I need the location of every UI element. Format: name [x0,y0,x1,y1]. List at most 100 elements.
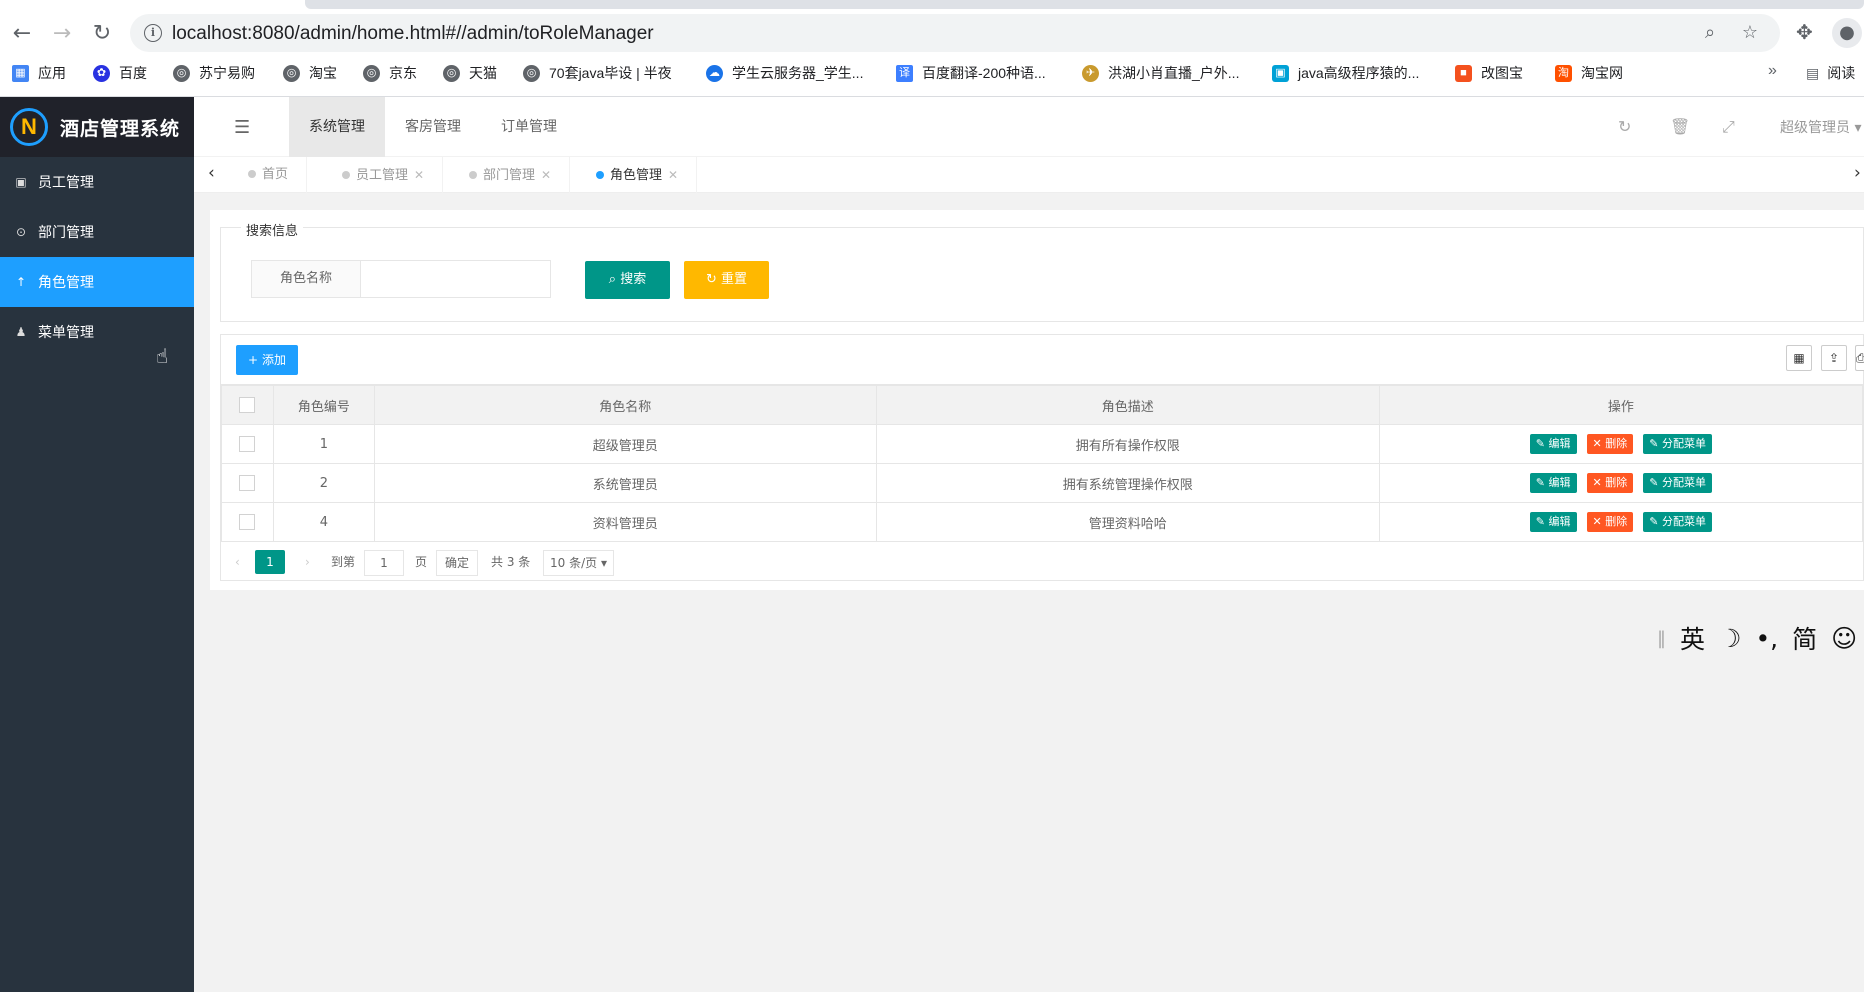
ime-moon-icon[interactable]: ☽ [1719,624,1741,653]
add-role-button[interactable]: + 添加 [236,345,298,375]
pencil-icon: ✎ [1535,515,1546,528]
edit-button[interactable]: ✎ 编辑 [1529,473,1577,493]
bookmark-baidu[interactable]: ✿ 百度 [93,63,147,83]
role-id-cell: 1 [272,424,375,464]
delete-button[interactable]: ✕ 删除 [1586,434,1634,454]
url-text[interactable]: localhost:8080/admin/home.html#//admin/t… [172,23,654,45]
bookmark-student-cloud[interactable]: ☁ 学生云服务器_学生... [706,63,863,83]
top-nav-rooms[interactable]: 客房管理 [385,97,481,157]
select-all-checkbox[interactable] [239,397,256,413]
edit-button[interactable]: ✎ 编辑 [1529,512,1577,532]
pencil-icon: ✎ [1649,476,1659,489]
reload-icon[interactable]: ↻ [88,19,116,47]
columns-filter-icon[interactable]: ▦ [1786,345,1812,371]
tabs-next-icon[interactable]: › [1854,163,1861,183]
select-all-cell[interactable] [221,385,274,425]
ime-handle-icon[interactable]: ‖ [1657,628,1666,649]
tab-roles[interactable]: 角色管理 ✕ [578,157,698,193]
close-icon[interactable]: ✕ [668,168,678,182]
goto-confirm-button[interactable]: 确定 [436,550,479,576]
delete-button[interactable]: ✕ 删除 [1586,512,1634,532]
forward-icon[interactable]: → [48,19,76,47]
refresh-icon[interactable]: ↻ [1618,117,1631,136]
role-name-cell: 系统管理员 [373,463,877,503]
main-content: 搜索信息 角色名称 ⌕ 搜索 ↻ 重置 + 添加 ▦ ⇪ ⎙ 角色编号 角色名称… [210,210,1864,590]
bookmark-apps[interactable]: ▦ 应用 [12,63,66,83]
row-checkbox[interactable] [239,436,256,452]
bookmark-tmall[interactable]: ◎ 天猫 [443,63,497,83]
browser-chrome: ← → ↻ i localhost:8080/admin/home.html#/… [0,0,1864,97]
bookmark-java-projects[interactable]: ◎ 70套java毕设 | 半夜 [523,63,672,83]
delete-button[interactable]: ✕ 删除 [1586,473,1634,493]
page-size-select[interactable]: 10 条/页 ▾ [543,550,614,576]
role-id-cell: 2 [272,463,375,503]
globe-icon: ◎ [523,64,540,82]
bookmarks-more[interactable]: » [1768,62,1777,80]
assign-menu-button[interactable]: ✎ 分配菜单 [1643,473,1712,493]
tab-departments[interactable]: 部门管理 ✕ [451,157,571,193]
role-name-input[interactable] [360,260,551,298]
profile-avatar[interactable]: ● [1832,18,1862,48]
close-icon[interactable]: ✕ [541,168,551,182]
next-page-icon[interactable]: › [305,550,310,574]
row-checkbox[interactable] [239,514,256,530]
search-legend: 搜索信息 [241,220,304,239]
user-menu[interactable]: 超级管理员 ▾ [1780,117,1861,137]
search-panel: 搜索信息 角色名称 ⌕ 搜索 ↻ 重置 [220,220,1864,322]
ime-simplified-toggle[interactable]: 简 [1792,620,1817,656]
reading-list[interactable]: ▤ 阅读 [1806,63,1855,83]
sidebar-item-roles[interactable]: ↑ 角色管理 [0,257,194,307]
reset-button[interactable]: ↻ 重置 [684,261,769,299]
close-icon: ✕ [1592,437,1602,450]
role-name-cell: 超级管理员 [373,424,877,464]
baidu-paw-icon: ✿ [93,64,110,82]
top-nav-orders[interactable]: 订单管理 [481,97,577,157]
column-header[interactable]: 角色编号 [272,385,375,425]
column-header[interactable]: 角色名称 [373,385,877,425]
address-bar[interactable]: i localhost:8080/admin/home.html#//admin… [130,14,1780,52]
fullscreen-icon[interactable]: ⤢ [1722,117,1735,137]
top-nav-system[interactable]: 系统管理 [289,97,385,157]
ime-emoji-icon[interactable]: ☺ [1831,624,1857,653]
current-page[interactable]: 1 [255,550,285,574]
column-header[interactable]: 角色描述 [875,385,1380,425]
bookmark-taobao-net[interactable]: 淘淘宝网 [1555,63,1623,83]
goto-page-input[interactable]: 1 [364,550,404,576]
sidebar-item-employees[interactable]: ▣ 员工管理 [0,157,194,207]
bird-icon: ✈ [1082,64,1099,82]
row-checkbox[interactable] [239,475,256,491]
bookmark-baidu-translate[interactable]: 译百度翻译-200种语... [896,63,1046,83]
bookmark-suning[interactable]: ◎ 苏宁易购 [173,63,255,83]
tab-home[interactable]: 首页 [230,157,308,193]
pagination: ‹ 1 › 到第 1 页 确定 共 3 条 10 条/页 ▾ [221,541,1863,581]
assign-menu-button[interactable]: ✎ 分配菜单 [1643,512,1712,532]
extensions-icon[interactable]: ✥ [1796,20,1813,44]
back-icon[interactable]: ← [8,19,36,47]
logo[interactable]: N 酒店管理系统 [0,97,194,157]
pencil-icon: ✎ [1535,437,1546,450]
assign-menu-button[interactable]: ✎ 分配菜单 [1643,434,1712,454]
bookmark-taobao[interactable]: ◎ 淘宝 [283,63,337,83]
tab-employees[interactable]: 员工管理 ✕ [324,157,444,193]
edit-button[interactable]: ✎ 编辑 [1529,434,1577,454]
site-info-icon[interactable]: i [144,24,162,42]
export-icon[interactable]: ⇪ [1821,345,1847,371]
star-icon[interactable]: ☆ [1740,23,1760,43]
tabs-prev-icon[interactable]: ‹ [208,163,215,183]
bookmark-bilibili[interactable]: ▣ java高级程序猿的... [1272,63,1419,83]
menu-toggle-icon[interactable]: ☰ [234,117,250,138]
ime-punct-icon[interactable]: •, [1755,624,1778,653]
bookmark-live[interactable]: ✈ 洪湖小肖直播_户外... [1082,63,1239,83]
bookmark-jd[interactable]: ◎ 京东 [363,63,417,83]
sidebar-item-departments[interactable]: ⊙ 部门管理 [0,207,194,257]
close-icon[interactable]: ✕ [414,168,424,182]
prev-page-icon[interactable]: ‹ [235,550,240,574]
search-button[interactable]: ⌕ 搜索 [585,261,670,299]
mouse-pointer-icon: ☝ [156,344,169,368]
print-icon[interactable]: ⎙ [1855,345,1864,371]
actions-cell: ✎ 编辑 ✕ 删除 ✎ 分配菜单 [1378,424,1864,464]
trash-icon[interactable]: 🗑 [1670,117,1690,136]
ime-lang-toggle[interactable]: 英 [1680,620,1705,656]
bookmark-gaitubao[interactable]: ■ 改图宝 [1455,63,1523,83]
zoom-icon[interactable]: ⌕ [1700,23,1720,43]
